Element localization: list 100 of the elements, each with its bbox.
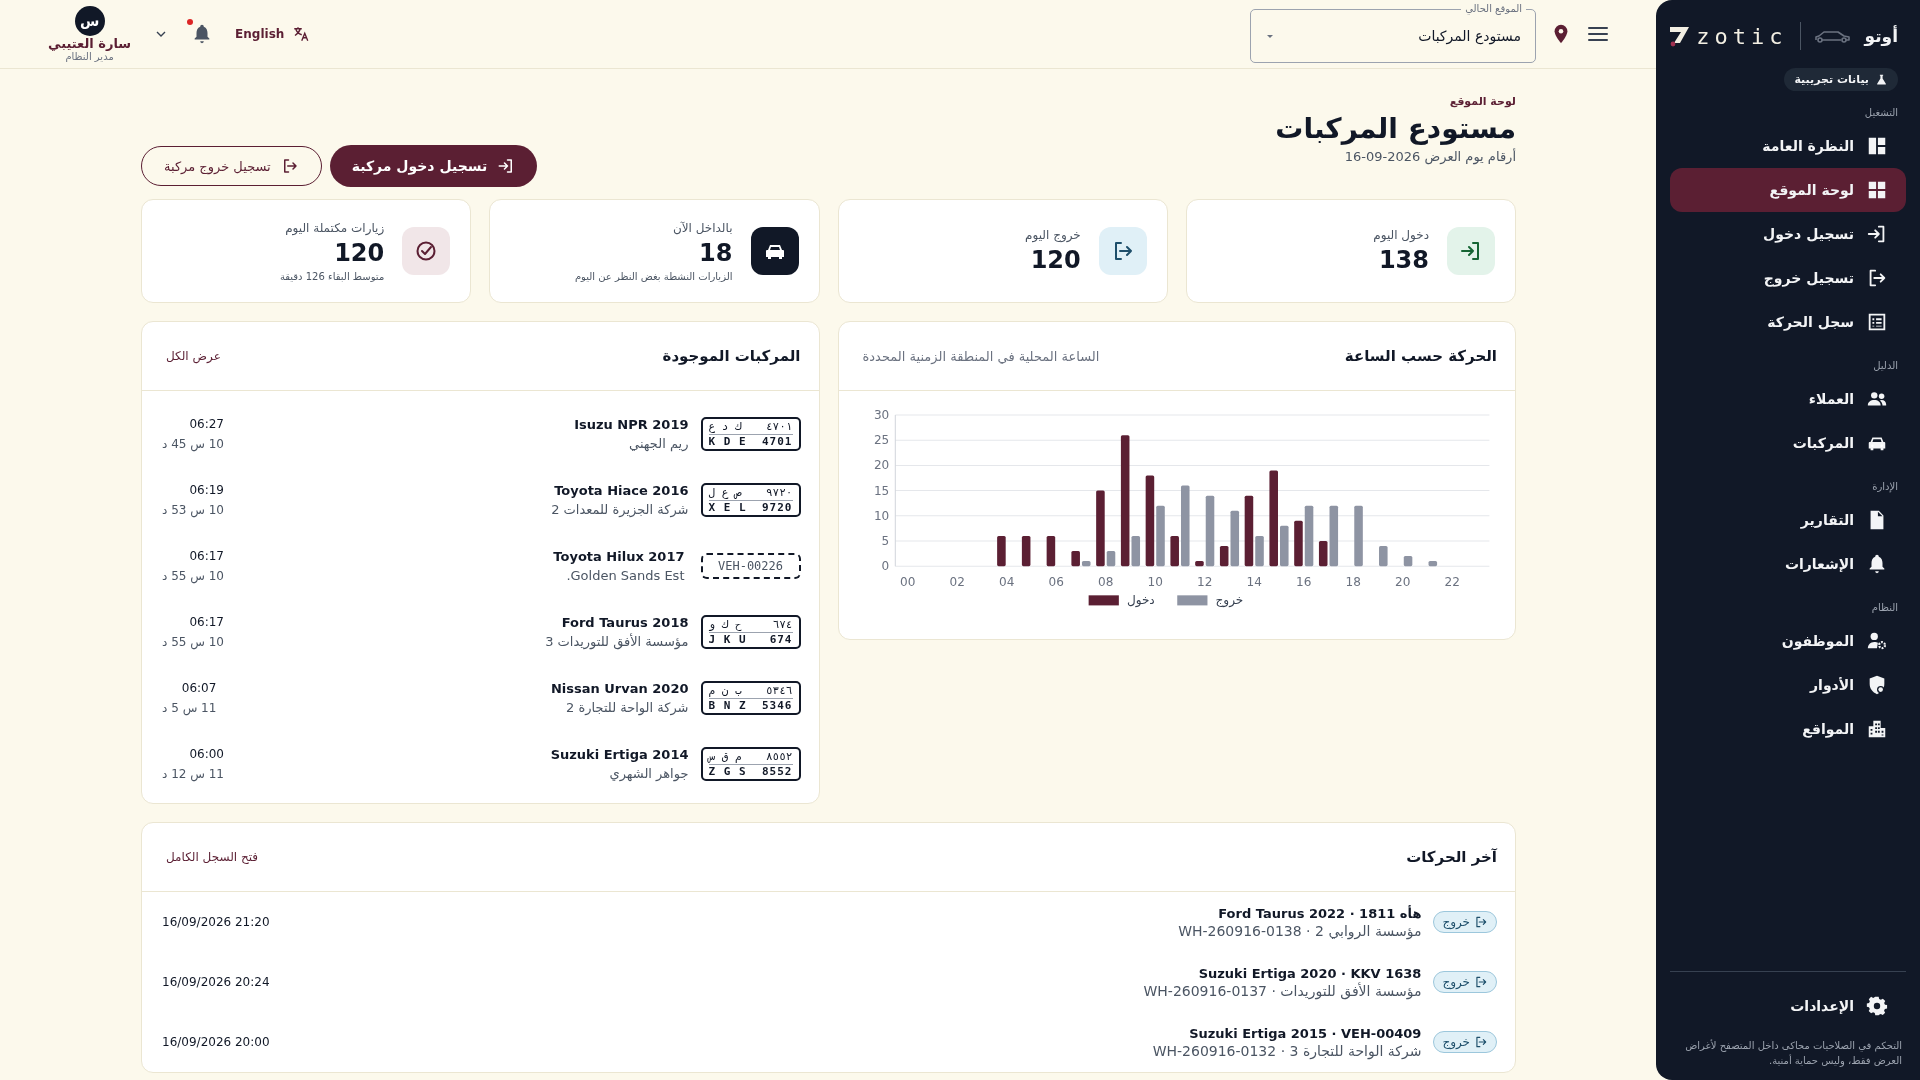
- exit-bar: [1131, 535, 1140, 567]
- vehicle-name: Suzuki Ertiga 2014: [549, 747, 689, 762]
- buildings-icon: [1866, 718, 1888, 740]
- entry-bar: [1046, 535, 1055, 567]
- view-all-link[interactable]: عرض الكل: [166, 349, 221, 363]
- translate-icon: [292, 25, 311, 43]
- stat-label: زيارات مكتملة اليوم: [284, 220, 385, 235]
- movement-time: 16/09/2026 20:24: [162, 975, 270, 989]
- nav-item[interactable]: الأدوار: [1670, 663, 1906, 707]
- exit-icon: [1098, 227, 1147, 275]
- legend-swatch: [1176, 595, 1207, 606]
- nav-item[interactable]: الإشعارات: [1670, 542, 1906, 586]
- panel-title: الحركة حسب الساعة: [1344, 347, 1497, 365]
- user-name: سارة العتيبي: [48, 36, 132, 51]
- nav-item[interactable]: الموظفون: [1670, 619, 1906, 663]
- entry-bar: [1194, 561, 1204, 567]
- full-log-link[interactable]: فتح السجل الكامل: [166, 850, 259, 864]
- panel-subtitle: الساعة المحلية في المنطقة الزمنية المحددة: [862, 348, 1100, 364]
- entry-bar: [1070, 551, 1080, 567]
- entry-time: 06:07: [181, 681, 217, 695]
- permissions-note: التحكم في الصلاحيات محاكى داخل المتصفح لأغراض العرض فقط، وليس حماية أمنية.: [1684, 1038, 1902, 1068]
- vehicle-owner: مؤسسة الأفق للتوريدات 3: [544, 634, 689, 649]
- stat-note: الزيارات النشطة بغض النظر عن اليوم: [574, 270, 733, 282]
- list-icon: [1866, 311, 1888, 333]
- movement-details: مؤسسة الأفق للتوريدات · WH-260916-0137: [1142, 982, 1422, 999]
- panel-title: آخر الحركات: [1406, 848, 1497, 866]
- nav-item[interactable]: النظرة العامة: [1670, 124, 1906, 168]
- entry-bar: [1169, 535, 1179, 567]
- x-tick-label: 20: [1394, 575, 1410, 590]
- entry-bar: [1244, 495, 1253, 567]
- legend-swatch: [1088, 595, 1119, 606]
- settings-icon: [1866, 995, 1888, 1017]
- x-tick-label: 22: [1444, 575, 1460, 590]
- movement-time: 16/09/2026 21:20: [162, 915, 270, 929]
- panel-title: المركبات الموجودة: [662, 347, 801, 365]
- stat-value: 18: [698, 238, 733, 267]
- stat-label: خروج اليوم: [1025, 228, 1081, 242]
- x-tick-label: 00: [899, 575, 915, 590]
- language-toggle[interactable]: English: [235, 25, 311, 43]
- nav-item[interactable]: لوحة الموقع: [1670, 168, 1906, 212]
- x-tick-label: 12: [1196, 575, 1212, 590]
- y-tick-label: 10: [873, 508, 889, 523]
- caret-icon: [1265, 33, 1275, 39]
- entry-time: 06:17: [189, 549, 224, 563]
- exit-bar: [1106, 551, 1115, 567]
- user-avatar: س: [74, 6, 105, 36]
- nav-item[interactable]: التقارير: [1670, 498, 1906, 542]
- nav-section-title: التشغيل: [1863, 106, 1899, 120]
- stat-note: متوسط البقاء 126 دقيقة: [279, 270, 385, 282]
- nav-item[interactable]: تسجيل دخول: [1670, 212, 1906, 256]
- vehicle-name: Toyota Hilux 2017: [552, 549, 685, 564]
- movement-title: Suzuki Ertiga 2015 · VEH-00409: [1188, 1025, 1422, 1041]
- page-title: مستودع المركبات: [1275, 112, 1516, 145]
- entry-bar: [1318, 540, 1327, 567]
- nav-item[interactable]: المركبات: [1670, 421, 1906, 465]
- entry-time: 06:19: [189, 483, 224, 497]
- exit-icon: [1474, 975, 1488, 989]
- movement-title: Suzuki Ertiga 2020 · KKV 1638: [1197, 965, 1422, 981]
- x-tick-label: 10: [1147, 575, 1163, 590]
- exit-bar: [1279, 525, 1289, 567]
- stay-duration: 10 س 55 د: [162, 635, 224, 649]
- vehicle-owner: Golden Sands Est.: [565, 568, 685, 583]
- car-outline-icon: [1812, 28, 1853, 44]
- x-tick-label: 02: [949, 575, 965, 590]
- nav-item[interactable]: المواقع: [1670, 707, 1906, 751]
- entry-bar: [1293, 520, 1303, 567]
- stay-duration: 11 س 5 د: [162, 701, 217, 715]
- exit-bar: [1155, 505, 1165, 567]
- record-entry-button[interactable]: تسجيل دخول مركبة: [329, 145, 538, 187]
- vehicle-name: Nissan Urvan 2020: [549, 681, 689, 696]
- stat-label: دخول اليوم: [1373, 228, 1429, 242]
- x-tick-label: 08: [1097, 575, 1113, 590]
- user-role: مدير النظام: [65, 51, 114, 62]
- nav-item[interactable]: تسجيل خروج: [1670, 256, 1906, 300]
- exit-bar: [1081, 561, 1090, 567]
- car-icon: [750, 227, 799, 275]
- nav-item[interactable]: العملاء: [1670, 377, 1906, 421]
- nav-item[interactable]: سجل الحركة: [1670, 300, 1906, 344]
- exit-bar: [1230, 510, 1239, 567]
- nav-section-title: الدليل: [1872, 359, 1899, 373]
- user-gear-icon: [1866, 630, 1888, 652]
- vehicle-owner: شركة الواحة للتجارة 2: [565, 700, 689, 715]
- x-tick-label: 18: [1345, 575, 1361, 590]
- flask-icon: [1875, 73, 1888, 86]
- exit-icon: [1474, 1035, 1488, 1049]
- stay-duration: 10 س 55 د: [162, 569, 224, 583]
- x-tick-label: 14: [1246, 575, 1262, 590]
- settings-link[interactable]: الإعدادات: [1670, 984, 1906, 1028]
- app-name: أوتو: [1864, 26, 1898, 46]
- nav-section-title: النظام: [1870, 601, 1899, 615]
- movement-time: 16/09/2026 20:00: [162, 1035, 270, 1049]
- exit-bar: [1205, 495, 1214, 567]
- nav-section-title: الإدارة: [1871, 480, 1899, 495]
- exit-bar: [1403, 556, 1412, 567]
- legend-label: دخول: [1126, 593, 1155, 608]
- legend-label: خروج: [1215, 593, 1243, 608]
- y-tick-label: 20: [873, 458, 889, 473]
- vehicle-owner: شركة الجزيرة للمعدات 2: [550, 502, 689, 517]
- vehicle-owner: ريم الجهني: [628, 436, 689, 451]
- x-tick-label: 04: [998, 575, 1014, 590]
